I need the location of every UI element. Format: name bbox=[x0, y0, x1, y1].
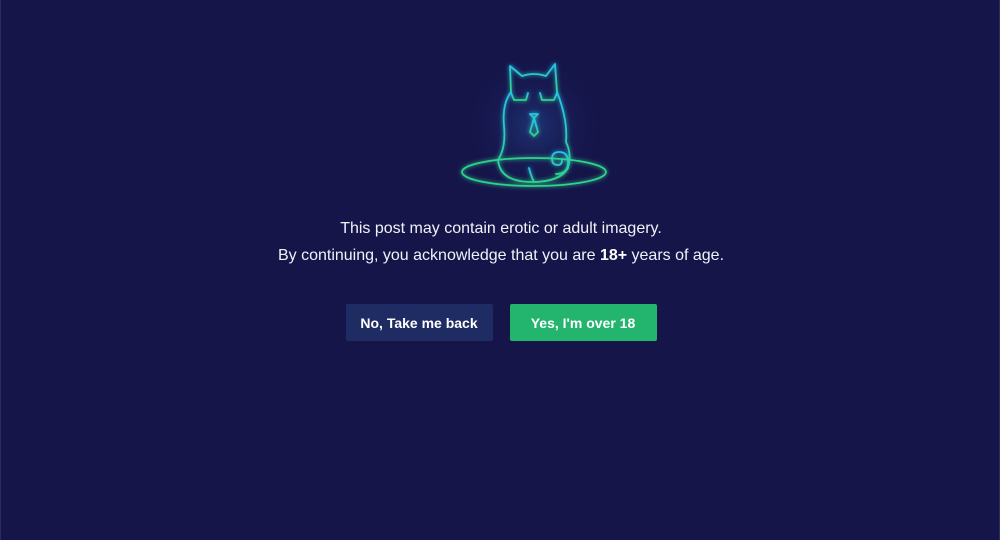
age-text-after: years of age. bbox=[627, 247, 725, 264]
age-text-before: By continuing, you acknowledge that you … bbox=[277, 247, 600, 264]
cat-icon bbox=[461, 56, 607, 196]
warning-message-line-2: By continuing, you acknowledge that you … bbox=[1, 247, 1000, 265]
warning-message-line-1: This post may contain erotic or adult im… bbox=[340, 220, 662, 237]
age-requirement: 18+ bbox=[599, 247, 628, 264]
age-gate-page: This post may contain erotic or adult im… bbox=[0, 0, 1000, 540]
neon-cat-illustration bbox=[456, 56, 612, 196]
take-me-back-button[interactable]: No, Take me back bbox=[345, 304, 493, 341]
confirm-over-18-button[interactable]: Yes, I'm over 18 bbox=[509, 304, 657, 341]
age-gate-actions: No, Take me back Yes, I'm over 18 bbox=[1, 304, 1000, 341]
